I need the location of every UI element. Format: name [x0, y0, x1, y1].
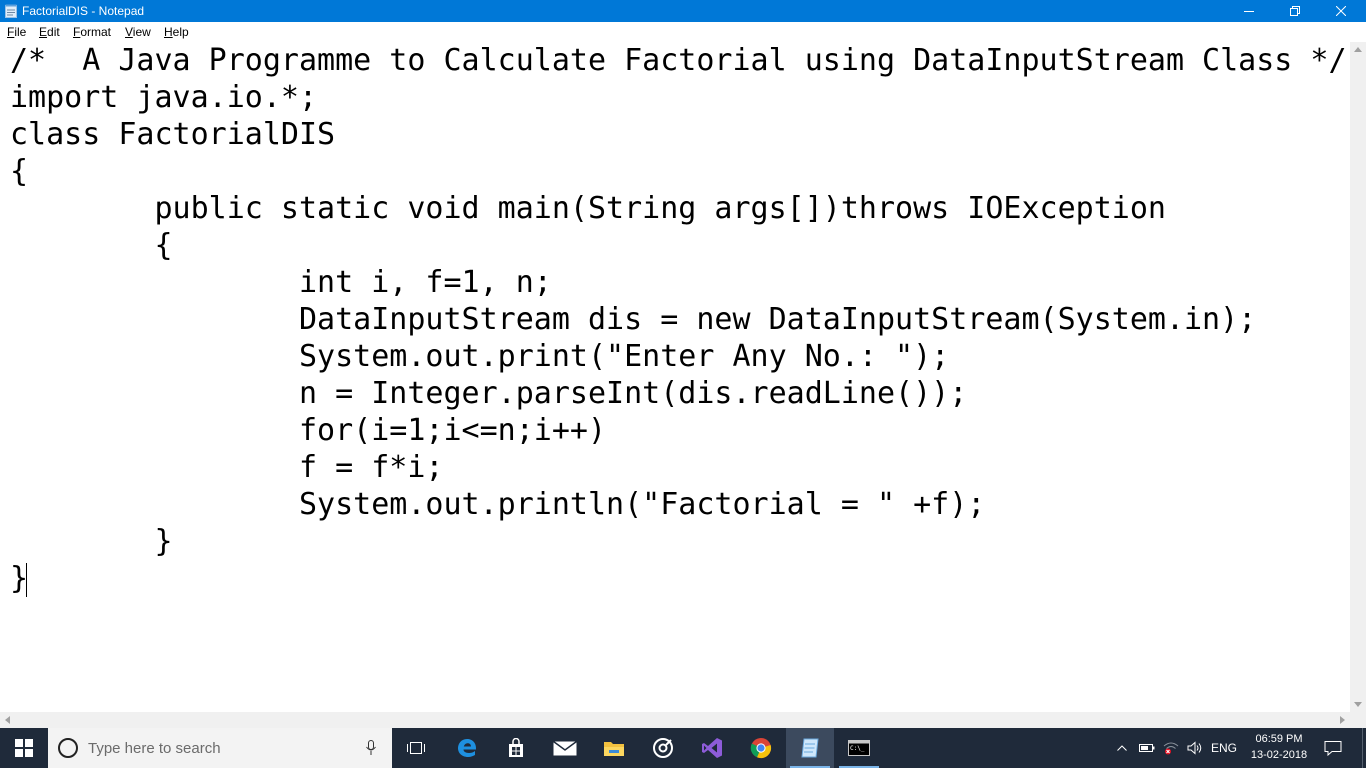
menu-format[interactable]: Format: [73, 25, 111, 40]
menu-bar: File Edit Format View Help: [0, 22, 1366, 42]
taskbar-search-box[interactable]: Type here to search: [48, 728, 392, 768]
window-title: FactorialDIS - Notepad: [22, 4, 145, 18]
clock-time: 06:59 PM: [1255, 733, 1303, 745]
minimize-icon: [1244, 11, 1254, 12]
restore-button[interactable]: [1272, 0, 1318, 22]
groove-music-icon: [653, 738, 673, 758]
store-icon: [509, 738, 523, 757]
code-line: for(i=1;i<=n;i++): [10, 413, 607, 448]
menu-view[interactable]: View: [125, 25, 151, 40]
code-line: {: [10, 228, 173, 263]
menu-edit[interactable]: Edit: [39, 25, 60, 40]
close-icon: [1336, 6, 1346, 16]
scroll-up-icon[interactable]: [1354, 47, 1362, 52]
taskbar: Type here to search C:\_ ENG 06:59 PM 13…: [0, 728, 1366, 768]
code-line: }: [10, 524, 173, 559]
cortana-icon: [58, 738, 78, 758]
vertical-scrollbar[interactable]: [1350, 42, 1366, 712]
network-disconnected-icon: [1163, 742, 1179, 755]
notepad-icon: [801, 738, 819, 758]
editor-text: /* A Java Programme to Calculate Factori…: [10, 42, 1347, 597]
svg-text:C:\_: C:\_: [850, 745, 865, 752]
code-line: {: [10, 154, 29, 189]
code-line: public static void main(String args[])th…: [10, 191, 1166, 226]
menu-file[interactable]: File: [7, 25, 26, 40]
folder-icon: [604, 742, 624, 756]
mail-icon: [553, 740, 577, 756]
notepad-app-icon: [5, 4, 17, 18]
visual-studio-button[interactable]: [688, 728, 736, 768]
microphone-icon[interactable]: [366, 740, 376, 756]
action-center-icon: [1324, 741, 1342, 756]
edge-icon: [458, 739, 477, 757]
mail-button[interactable]: [541, 728, 589, 768]
close-button[interactable]: [1318, 0, 1364, 22]
chrome-icon: [750, 738, 772, 759]
code-line: int i, f=1, n;: [10, 265, 552, 300]
windows-logo-icon: [15, 739, 33, 757]
chrome-button[interactable]: [737, 728, 785, 768]
notepad-taskbar-button[interactable]: [786, 728, 834, 768]
text-caret: [26, 563, 27, 597]
scrollbar-corner: [1350, 712, 1366, 728]
code-line: DataInputStream dis = new DataInputStrea…: [10, 302, 1257, 337]
clock-date: 13-02-2018: [1250, 749, 1308, 761]
clock[interactable]: 06:59 PM 13-02-2018: [1240, 731, 1318, 763]
battery-status[interactable]: [1136, 728, 1158, 768]
text-editor-area[interactable]: /* A Java Programme to Calculate Factori…: [0, 42, 1350, 712]
store-button[interactable]: [492, 728, 540, 768]
command-prompt-icon: C:\_: [848, 740, 870, 756]
volume-control[interactable]: [1184, 728, 1206, 768]
code-line: /* A Java Programme to Calculate Factori…: [10, 43, 1347, 78]
visual-studio-icon: [702, 738, 722, 758]
command-prompt-button[interactable]: C:\_: [835, 728, 883, 768]
battery-icon: [1139, 744, 1155, 752]
action-center-button[interactable]: [1318, 728, 1348, 768]
scroll-left-icon[interactable]: [5, 716, 10, 724]
network-status[interactable]: [1160, 728, 1182, 768]
chevron-up-icon: [1117, 745, 1127, 751]
horizontal-scrollbar[interactable]: [0, 712, 1350, 728]
menu-help[interactable]: Help: [164, 25, 189, 40]
groove-music-button[interactable]: [639, 728, 687, 768]
code-line: System.out.println("Factorial = " +f);: [10, 487, 986, 522]
code-line: f = f*i;: [10, 450, 444, 485]
restore-icon: [1290, 6, 1300, 16]
task-view-icon: [407, 742, 425, 754]
minimize-button[interactable]: [1226, 0, 1272, 22]
code-line: }: [10, 561, 29, 596]
file-explorer-button[interactable]: [590, 728, 638, 768]
scroll-right-icon[interactable]: [1340, 716, 1345, 724]
title-bar[interactable]: FactorialDIS - Notepad: [0, 0, 1366, 22]
show-desktop-button[interactable]: [1362, 728, 1366, 768]
code-line: n = Integer.parseInt(dis.readLine());: [10, 376, 968, 411]
search-placeholder: Type here to search: [88, 740, 221, 757]
scroll-down-icon[interactable]: [1354, 702, 1362, 707]
code-line: class FactorialDIS: [10, 117, 336, 152]
task-view-button[interactable]: [392, 728, 440, 768]
edge-button[interactable]: [443, 728, 491, 768]
start-button[interactable]: [0, 728, 48, 768]
show-hidden-icons-button[interactable]: [1112, 728, 1132, 768]
code-line: import java.io.*;: [10, 80, 318, 115]
input-language-indicator[interactable]: ENG: [1208, 728, 1240, 768]
code-line: System.out.print("Enter Any No.: ");: [10, 339, 950, 374]
volume-icon: [1187, 741, 1202, 755]
